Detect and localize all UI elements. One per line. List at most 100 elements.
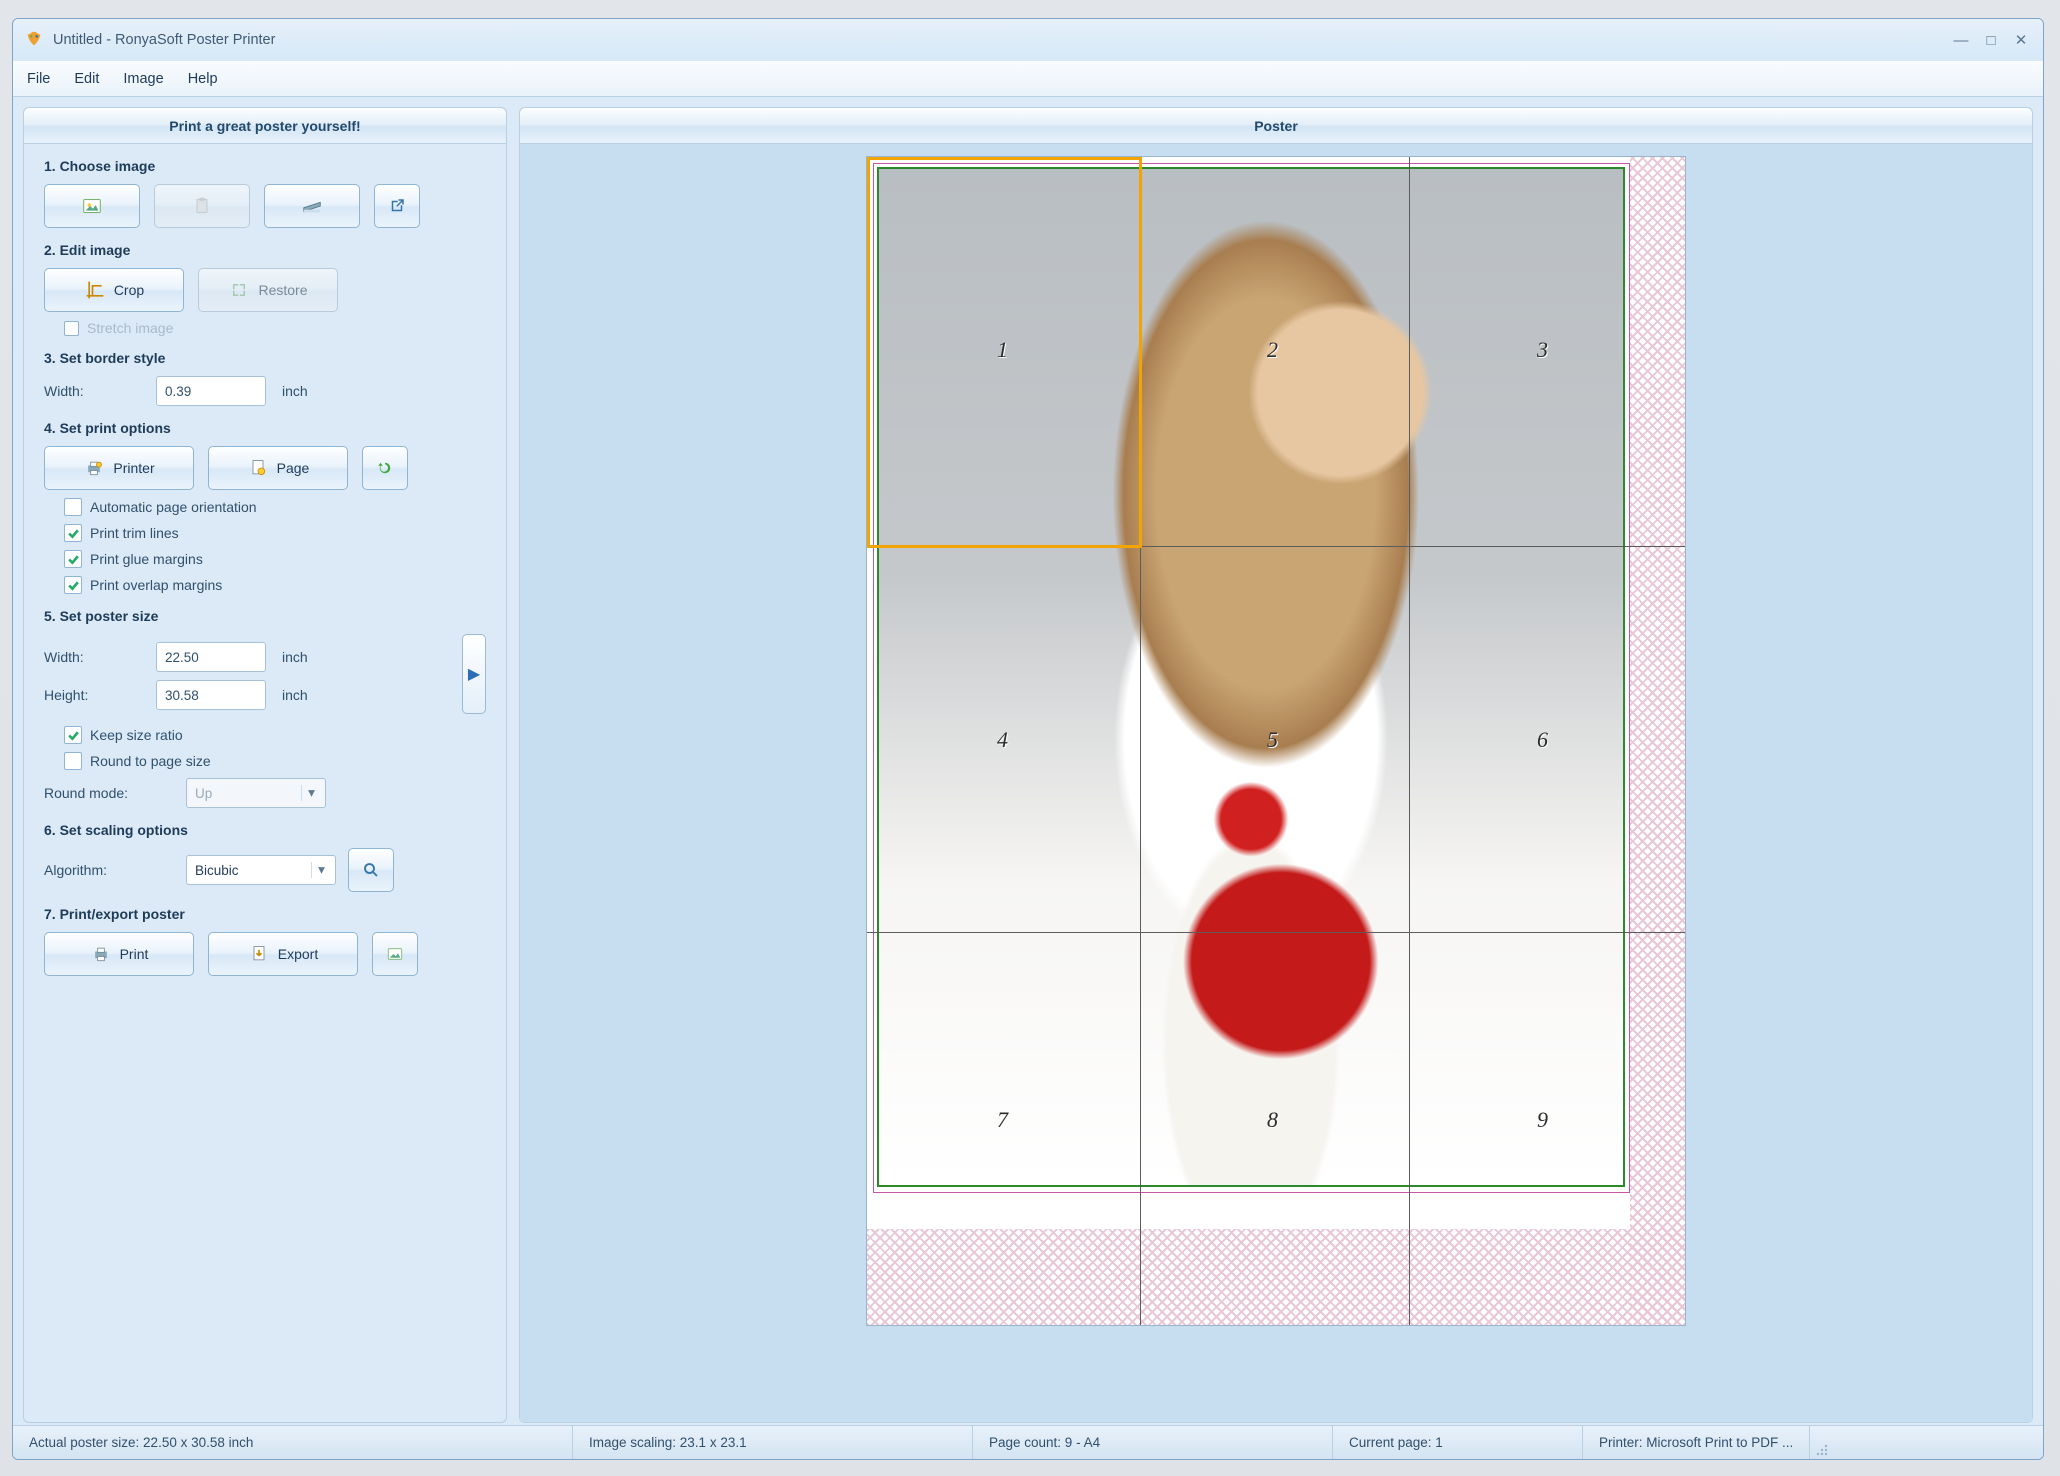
printer-label: Printer: [113, 460, 154, 476]
scanner-icon: [301, 195, 323, 217]
print-label: Print: [120, 946, 149, 962]
printer-settings-icon: [83, 457, 105, 479]
crop-icon: [84, 279, 106, 301]
glue-margins-checkbox[interactable]: [64, 550, 82, 568]
restore-label: Restore: [258, 282, 307, 298]
poster-width-label: Width:: [44, 649, 144, 665]
window-controls: — □ ✕: [1949, 31, 2033, 49]
glue-margin-bottom: [867, 1229, 1685, 1325]
preview-scaling-button[interactable]: [348, 848, 394, 892]
grid-line: [1409, 157, 1410, 1325]
restore-button[interactable]: Restore: [198, 268, 338, 312]
print-button[interactable]: Print: [44, 932, 194, 976]
picture-icon: [81, 195, 103, 217]
statusbar: Actual poster size: 22.50 x 30.58 inch I…: [13, 1425, 2043, 1459]
algorithm-label: Algorithm:: [44, 862, 174, 878]
section-print-export: 7. Print/export poster: [44, 906, 486, 922]
section-edit-image: 2. Edit image: [44, 242, 486, 258]
section-print-options: 4. Set print options: [44, 420, 486, 436]
right-panel: Poster 1 2 3 4: [519, 107, 2033, 1423]
grid-line: [867, 546, 1685, 547]
clipboard-icon: [191, 195, 213, 217]
border-width-input[interactable]: [156, 376, 266, 406]
resize-grip[interactable]: [1810, 1426, 1832, 1459]
export-image-button[interactable]: [372, 932, 418, 976]
status-printer: Printer: Microsoft Print to PDF ...: [1583, 1426, 1810, 1459]
external-icon: [386, 195, 408, 217]
round-mode-value: Up: [195, 786, 212, 801]
grid-line: [867, 932, 1685, 933]
status-page-count: Page count: 9 - A4: [973, 1426, 1333, 1459]
poster-height-input[interactable]: [156, 680, 266, 710]
poster-height-label: Height:: [44, 687, 144, 703]
swap-dimensions-button[interactable]: ▶: [462, 634, 486, 714]
keep-ratio-label: Keep size ratio: [90, 727, 183, 743]
poster-height-unit: inch: [282, 687, 308, 703]
round-mode-select: Up ▾: [186, 778, 326, 808]
open-image-button[interactable]: [44, 184, 140, 228]
menu-edit[interactable]: Edit: [74, 71, 99, 87]
export-icon: [248, 943, 270, 965]
minimize-button[interactable]: —: [1949, 31, 1973, 49]
auto-orient-label: Automatic page orientation: [90, 499, 257, 515]
round-page-label: Round to page size: [90, 753, 211, 769]
poster-width-unit: inch: [282, 649, 308, 665]
export-label: Export: [278, 946, 318, 962]
status-current-page: Current page: 1: [1333, 1426, 1583, 1459]
section-choose-image: 1. Choose image: [44, 158, 486, 174]
refresh-icon: [374, 457, 396, 479]
chevron-down-icon: ▾: [311, 862, 331, 878]
section-border: 3. Set border style: [44, 350, 486, 366]
page-number: 4: [997, 727, 1008, 753]
printer-icon: [90, 943, 112, 965]
section-poster-size: 5. Set poster size: [44, 608, 486, 624]
page-number: 7: [997, 1107, 1008, 1133]
stretch-label: Stretch image: [87, 320, 173, 336]
paste-button[interactable]: [154, 184, 250, 228]
status-scaling: Image scaling: 23.1 x 23.1: [573, 1426, 973, 1459]
magnifier-icon: [360, 859, 382, 881]
page-label: Page: [277, 460, 310, 476]
keep-ratio-checkbox[interactable]: [64, 726, 82, 744]
window-title: Untitled - RonyaSoft Poster Printer: [53, 32, 1949, 48]
section-scaling: 6. Set scaling options: [44, 822, 486, 838]
page-number: 9: [1537, 1107, 1548, 1133]
export-button[interactable]: Export: [208, 932, 358, 976]
page-number: 3: [1537, 337, 1548, 363]
import-button[interactable]: [374, 184, 420, 228]
right-panel-header: Poster: [520, 108, 2032, 144]
stretch-checkbox[interactable]: [64, 321, 79, 336]
page-number: 2: [1267, 337, 1278, 363]
overlap-margins-checkbox[interactable]: [64, 576, 82, 594]
maximize-button[interactable]: □: [1979, 31, 2003, 49]
algorithm-value: Bicubic: [195, 863, 239, 878]
poster-width-input[interactable]: [156, 642, 266, 672]
trim-lines-checkbox[interactable]: [64, 524, 82, 542]
status-poster-size: Actual poster size: 22.50 x 30.58 inch: [13, 1426, 573, 1459]
scan-button[interactable]: [264, 184, 360, 228]
poster-image: [877, 167, 1625, 1187]
restore-icon: [228, 279, 250, 301]
app-window: Untitled - RonyaSoft Poster Printer — □ …: [12, 18, 2044, 1460]
algorithm-select[interactable]: Bicubic ▾: [186, 855, 336, 885]
close-button[interactable]: ✕: [2009, 31, 2033, 49]
image-icon: [384, 943, 406, 965]
border-width-unit: inch: [282, 383, 308, 399]
page-button[interactable]: Page: [208, 446, 348, 490]
crop-button[interactable]: Crop: [44, 268, 184, 312]
printer-button[interactable]: Printer: [44, 446, 194, 490]
glue-margins-label: Print glue margins: [90, 551, 203, 567]
left-panel-header: Print a great poster yourself!: [24, 108, 506, 144]
refresh-page-button[interactable]: [362, 446, 408, 490]
round-page-checkbox[interactable]: [64, 752, 82, 770]
menu-file[interactable]: File: [27, 71, 50, 87]
menu-help[interactable]: Help: [188, 71, 218, 87]
poster-preview[interactable]: 1 2 3 4 5 6 7 8 9: [866, 156, 1686, 1326]
crop-label: Crop: [114, 282, 144, 298]
page-number: 5: [1267, 727, 1278, 753]
menu-image[interactable]: Image: [123, 71, 163, 87]
auto-orient-checkbox[interactable]: [64, 498, 82, 516]
trim-lines-label: Print trim lines: [90, 525, 179, 541]
page-number: 8: [1267, 1107, 1278, 1133]
left-panel: Print a great poster yourself! 1. Choose…: [23, 107, 507, 1423]
